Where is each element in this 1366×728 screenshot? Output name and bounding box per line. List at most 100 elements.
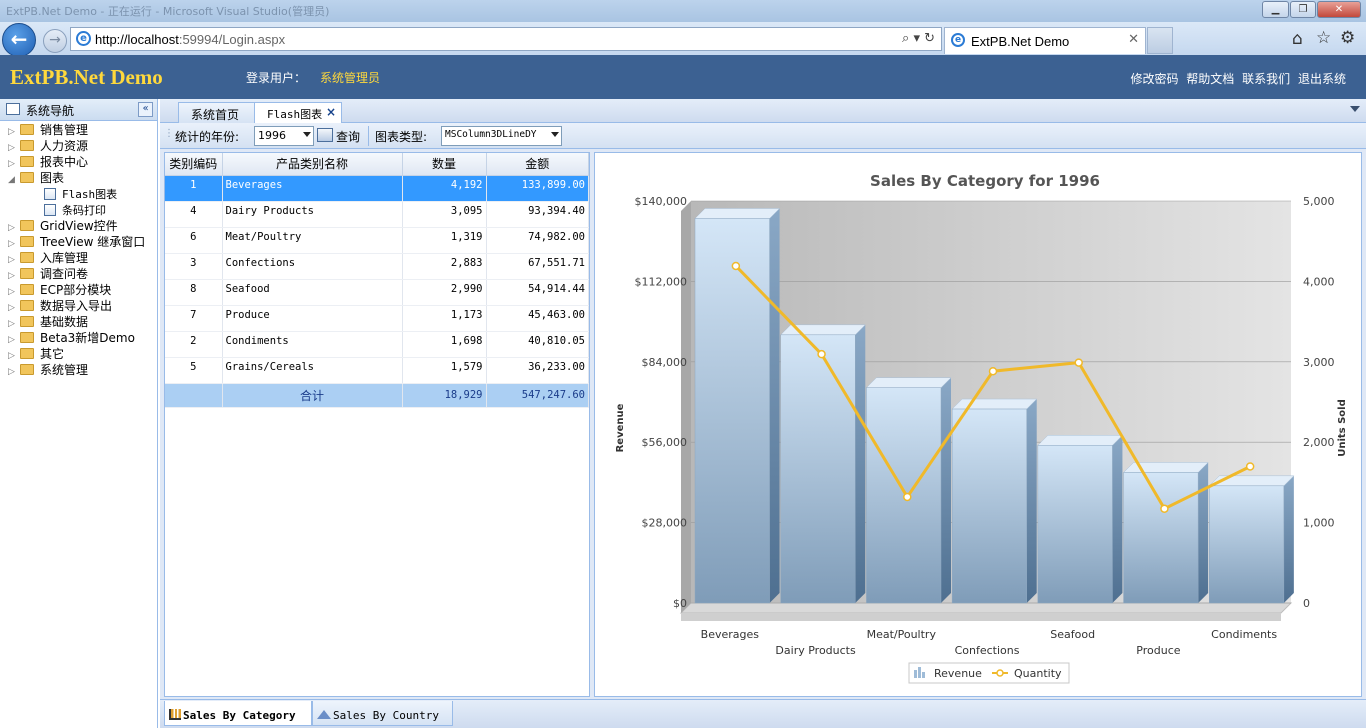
forward-icon[interactable]: → <box>43 29 67 53</box>
revenue-bar <box>1037 445 1113 604</box>
table-row[interactable]: 8 Seafood 2,990 54,914.44 <box>165 279 589 306</box>
table-row[interactable]: 7 Produce 1,173 45,463.00 <box>165 305 589 332</box>
table-row[interactable]: 5 Grains/Cereals 1,579 36,233.00 <box>165 357 589 384</box>
tab-close-icon[interactable]: × <box>326 105 336 119</box>
collapsed-arrow-icon[interactable]: ▷ <box>8 364 20 380</box>
y2-tick-label: 0 <box>1303 597 1310 610</box>
y2-tick-label: 3,000 <box>1303 356 1335 369</box>
window-title: ExtPB.Net Demo - 正在运行 - Microsoft Visual… <box>6 5 330 18</box>
x-tick-label: Seafood <box>1050 628 1095 641</box>
table-row[interactable]: 4 Dairy Products 3,095 93,394.40 <box>165 201 589 228</box>
x-tick-label: Dairy Products <box>775 644 856 657</box>
maximize-button[interactable]: ❐ <box>1290 1 1316 18</box>
new-tab-button[interactable] <box>1147 27 1173 54</box>
y2-tick-label: 5,000 <box>1303 195 1335 208</box>
tab-sales-by-country[interactable]: Sales By Country <box>312 701 453 726</box>
folder-icon <box>20 332 34 343</box>
sidebar-item[interactable]: ▷ 调查问卷 <box>8 266 88 282</box>
query-icon[interactable] <box>317 128 333 142</box>
minimize-button[interactable]: ▁ <box>1262 1 1289 18</box>
x-tick-label: Produce <box>1136 644 1180 657</box>
close-window-button[interactable]: ✕ <box>1317 1 1361 18</box>
tab-sales-by-category[interactable]: Sales By Category <box>164 701 312 726</box>
sidebar-item[interactable]: ▷ 基础数据 <box>8 314 88 330</box>
app-logo: ExtPB.Net Demo <box>10 65 163 89</box>
back-icon[interactable]: ← <box>2 23 36 57</box>
table-row[interactable]: 6 Meat/Poultry 1,319 74,982.00 <box>165 227 589 254</box>
bottom-tab-strip: Sales By Category Sales By Country <box>160 699 1366 728</box>
revenue-bar <box>1209 485 1285 604</box>
x-tick-label: Condiments <box>1211 628 1277 641</box>
nav-icon <box>6 103 20 115</box>
bar-top <box>865 377 952 388</box>
sidebar-item[interactable]: ▷ TreeView 继承窗口 <box>8 234 145 250</box>
home-icon[interactable]: ⌂ <box>1292 29 1303 49</box>
col-header-id[interactable]: 类别编码 <box>165 153 223 176</box>
col-header-qty[interactable]: 数量 <box>402 153 487 176</box>
bar-side <box>1112 435 1123 603</box>
cell-qty: 1,319 <box>402 227 487 254</box>
revenue-bar <box>780 334 856 604</box>
quantity-point <box>817 349 826 359</box>
sidebar-item[interactable]: Flash图表 <box>44 186 117 202</box>
tab-strip: 系统首页 Flash图表 × <box>160 99 1366 124</box>
table-row[interactable]: 3 Confections 2,883 67,551.71 <box>165 253 589 280</box>
col-header-name[interactable]: 产品类别名称 <box>222 153 403 176</box>
cell-amount: 133,899.00 <box>486 175 589 202</box>
folder-icon <box>20 364 34 375</box>
gear-icon[interactable]: ⚙ <box>1340 28 1355 48</box>
search-refresh-icons[interactable]: ⌕ ▾ ↻ <box>902 31 935 46</box>
tab-close-icon[interactable]: ✕ <box>1128 32 1139 47</box>
favorites-star-icon[interactable]: ☆ <box>1316 28 1331 48</box>
query-button[interactable]: 查询 <box>336 128 360 145</box>
address-bar[interactable]: e http://localhost:59994/Login.aspx ⌕ ▾ … <box>70 27 942 51</box>
tab-menu-icon[interactable] <box>1350 106 1360 112</box>
bar-side <box>1026 399 1037 603</box>
cell-amount: 67,551.71 <box>486 253 589 280</box>
sidebar-item[interactable]: ▷ 入库管理 <box>8 250 88 266</box>
browser-tab[interactable]: e ExtPB.Net Demo ✕ <box>944 27 1146 54</box>
sidebar-item[interactable]: ▷ 数据导入导出 <box>8 298 112 314</box>
sidebar-title: 系统导航 <box>26 104 75 118</box>
y-axis-label: Revenue <box>615 403 626 452</box>
sidebar-item[interactable]: ▷ 报表中心 <box>8 154 88 170</box>
cell-qty: 1,698 <box>402 331 487 358</box>
bar-side <box>1198 462 1209 603</box>
cell-amount: 36,233.00 <box>486 357 589 384</box>
sidebar-item[interactable]: ▷ 其它 <box>8 346 64 362</box>
collapse-sidebar-icon[interactable]: « <box>138 102 153 117</box>
cell-id: 1 <box>165 175 223 202</box>
contact-us-link[interactable]: 联系我们 <box>1242 72 1290 86</box>
folder-icon <box>20 124 34 135</box>
sidebar-item[interactable]: ▷ 人力资源 <box>8 138 88 154</box>
year-select[interactable]: 1996 <box>254 126 314 146</box>
sidebar-item[interactable]: ▷ 销售管理 <box>8 122 88 138</box>
legend-revenue: Revenue <box>934 667 982 680</box>
sidebar-item[interactable]: ▷ 系统管理 <box>8 362 88 378</box>
change-password-link[interactable]: 修改密码 <box>1130 72 1178 86</box>
logout-link[interactable]: 退出系统 <box>1298 72 1346 86</box>
sidebar-item[interactable]: ▷ GridView控件 <box>8 218 118 234</box>
bar-top <box>951 398 1038 410</box>
sidebar-header: 系统导航 « <box>0 99 157 121</box>
help-docs-link[interactable]: 帮助文档 <box>1186 72 1234 86</box>
cell-qty: 2,883 <box>402 253 487 280</box>
col-header-amount[interactable]: 金额 <box>486 153 589 176</box>
chart-type-select[interactable]: MSColumn3DLineDY <box>441 126 562 146</box>
tab-home[interactable]: 系统首页 <box>178 102 256 123</box>
expanded-arrow-icon[interactable]: ◢ <box>8 172 20 188</box>
table-row[interactable]: 2 Condiments 1,698 40,810.05 <box>165 331 589 358</box>
sidebar-item[interactable]: 条码打印 <box>44 202 106 218</box>
cell-amount: 54,914.44 <box>486 279 589 306</box>
cell-name: Grains/Cereals <box>222 357 403 384</box>
sidebar-item[interactable]: ▷ Beta3新增Demo <box>8 330 135 346</box>
total-qty: 18,929 <box>402 383 487 408</box>
x-tick-label: Beverages <box>701 628 760 641</box>
bar-top <box>1122 462 1209 473</box>
sidebar-item[interactable]: ▷ ECP部分模块 <box>8 282 111 298</box>
table-row[interactable]: 1 Beverages 4,192 133,899.00 <box>165 175 589 202</box>
bar-top <box>694 208 781 219</box>
tab-flash-chart[interactable]: Flash图表 × <box>254 102 342 124</box>
url-text: http://localhost:59994/Login.aspx <box>95 32 286 47</box>
sidebar-item[interactable]: ◢ 图表 <box>8 170 64 186</box>
